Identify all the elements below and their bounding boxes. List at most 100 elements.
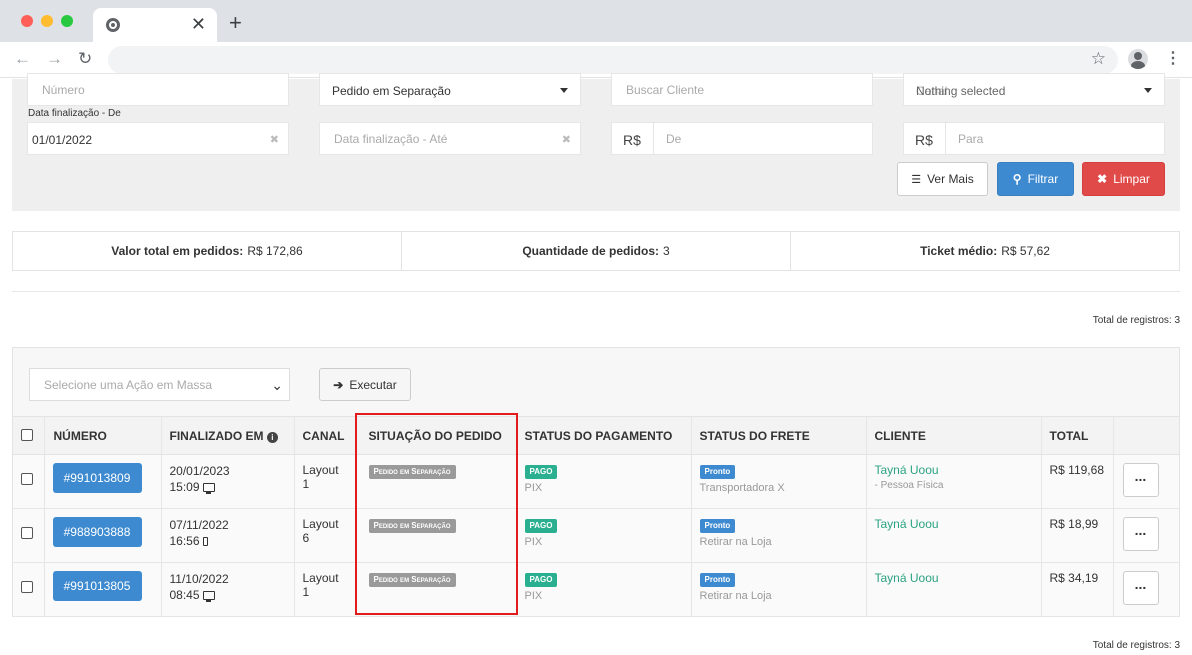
profile-avatar-icon[interactable] <box>1128 49 1148 69</box>
table-row: #991013805 11/10/2022 08:45 Layout 1 Ped… <box>13 562 1179 617</box>
finalizado-cell: 11/10/2022 08:45 <box>161 562 295 617</box>
order-date: 07/11/2022 <box>169 518 229 532</box>
shipping-detail: Retirar na Loja <box>699 590 772 602</box>
status-badge: Pedido em Separação <box>368 573 456 587</box>
executar-button[interactable]: ➔ Executar <box>319 368 411 401</box>
browser-tab[interactable]: ✕ <box>93 8 217 42</box>
total-cell: R$ 34,19 <box>1041 562 1114 617</box>
client-link[interactable]: Tayná Uoou <box>875 463 1033 477</box>
cliente-placeholder: Buscar Cliente <box>626 83 705 97</box>
mass-action-placeholder: Selecione uma Ação em Massa <box>44 378 213 392</box>
back-arrow-icon[interactable]: ← <box>14 50 31 68</box>
minimize-window-button[interactable] <box>41 15 53 27</box>
currency-addon: R$ <box>904 123 946 154</box>
shipping-detail: Retirar na Loja <box>699 536 772 548</box>
reload-icon[interactable]: ↻ <box>78 50 92 68</box>
orders-table: NÚMERO FINALIZADO EM i CANAL SITUAÇÃO DO… <box>13 416 1179 617</box>
client-link[interactable]: Tayná Uoou <box>875 517 1033 531</box>
clear-date-icon[interactable]: ✖ <box>270 133 279 146</box>
numero-placeholder: Número <box>42 83 85 97</box>
numero-input[interactable]: Número <box>27 73 289 106</box>
mobile-icon <box>202 537 208 546</box>
ver-mais-button[interactable]: ☰ Ver Mais <box>897 162 988 196</box>
col-total[interactable]: TOTAL <box>1041 416 1114 455</box>
clear-date-icon[interactable]: ✖ <box>562 133 571 146</box>
canal-cell: Layout 6 <box>294 508 357 563</box>
mass-action-select[interactable]: Selecione uma Ação em Massa ⌄ <box>29 368 290 401</box>
client-link[interactable]: Tayná Uoou <box>875 571 1033 585</box>
payment-method: PIX <box>524 536 543 548</box>
executar-label: Executar <box>349 377 397 392</box>
numero-cell: #991013809 <box>44 454 162 509</box>
select-all-checkbox[interactable] <box>21 429 33 441</box>
more-menu-icon[interactable]: ⋮ <box>1165 50 1181 68</box>
canal-overlay-text: Canal <box>916 84 948 98</box>
shipping-badge: Pronto <box>699 519 736 533</box>
browser-tabbar: ✕ + <box>0 0 1192 42</box>
col-cliente[interactable]: CLIENTE <box>866 416 1042 455</box>
canal-multiselect[interactable]: Nothing selected Canal <box>903 73 1165 106</box>
data-ate-input[interactable]: Data finalização - Até ✖ <box>319 122 581 155</box>
orders-summary: Valor total em pedidos: R$ 172,86 Quanti… <box>12 231 1180 271</box>
row-actions-button[interactable]: ... <box>1122 463 1159 497</box>
row-select-cell <box>13 454 45 509</box>
cliente-cell: Tayná Uoou - Pessoa Física <box>866 454 1042 509</box>
info-icon[interactable]: i <box>266 431 278 443</box>
total-registros-bottom: Total de registros: 3 <box>1092 640 1180 651</box>
order-number-button[interactable]: #991013805 <box>52 571 142 601</box>
close-window-button[interactable] <box>21 15 33 27</box>
maximize-window-button[interactable] <box>61 15 73 27</box>
divider <box>12 291 1180 292</box>
summary-label: Ticket médio: <box>920 244 998 258</box>
row-actions-button[interactable]: ... <box>1122 517 1159 551</box>
summary-value: 3 <box>663 244 670 258</box>
row-actions-button[interactable]: ... <box>1122 571 1159 605</box>
col-canal[interactable]: CANAL <box>294 416 357 455</box>
order-number-button[interactable]: #991013809 <box>52 463 142 493</box>
window-controls <box>21 15 73 27</box>
new-tab-button[interactable]: + <box>229 12 242 34</box>
acoes-cell: ... <box>1113 508 1179 563</box>
col-status-pagamento[interactable]: STATUS DO PAGAMENTO <box>516 416 692 455</box>
col-situacao[interactable]: SITUAÇÃO DO PEDIDO <box>356 416 517 455</box>
order-number-button[interactable]: #988903888 <box>52 517 142 547</box>
situacao-select[interactable]: Pedido em Separação <box>319 73 581 106</box>
cliente-cell: Tayná Uoou <box>866 508 1042 563</box>
row-checkbox[interactable] <box>21 527 33 539</box>
para-placeholder: Para <box>958 132 984 146</box>
frete-cell: Pronto Transportadora X <box>691 454 867 509</box>
data-de-input[interactable]: 01/01/2022 ✖ <box>27 122 289 155</box>
caret-down-icon <box>560 88 568 93</box>
pagamento-cell: PAGO PIX <box>516 562 692 617</box>
col-finalizado-label: FINALIZADO EM <box>169 428 264 443</box>
limpar-button[interactable]: ✖ Limpar <box>1082 162 1165 196</box>
row-checkbox[interactable] <box>21 581 33 593</box>
cliente-cell: Tayná Uoou <box>866 562 1042 617</box>
finalizado-cell: 20/01/2023 15:09 <box>161 454 295 509</box>
table-header-row: NÚMERO FINALIZADO EM i CANAL SITUAÇÃO DO… <box>13 416 1179 455</box>
total-cell: R$ 119,68 <box>1041 454 1114 509</box>
cliente-search-input[interactable]: Buscar Cliente <box>611 73 873 106</box>
payment-method: PIX <box>524 590 543 602</box>
bookmark-star-icon[interactable]: ☆ <box>1091 49 1106 69</box>
col-finalizado-em[interactable]: FINALIZADO EM i <box>161 416 295 455</box>
finalizado-cell: 07/11/2022 16:56 <box>161 508 295 563</box>
status-badge: Pedido em Separação <box>368 519 456 533</box>
valor-de-input[interactable]: R$ De <box>611 122 873 155</box>
col-numero[interactable]: NÚMERO <box>44 416 162 455</box>
acoes-cell: ... <box>1113 454 1179 509</box>
shipping-badge: Pronto <box>699 573 736 587</box>
pagamento-cell: PAGO PIX <box>516 508 692 563</box>
row-checkbox[interactable] <box>21 473 33 485</box>
col-status-frete[interactable]: STATUS DO FRETE <box>691 416 867 455</box>
order-time: 16:56 <box>169 534 200 548</box>
address-bar[interactable]: ☆ <box>108 46 1118 74</box>
sliders-icon: ☰ <box>911 173 922 186</box>
situacao-cell: Pedido em Separação <box>356 508 517 563</box>
filtrar-button[interactable]: ⚲ Filtrar <box>997 162 1074 196</box>
valor-para-input[interactable]: R$ Para <box>903 122 1165 155</box>
total-cell: R$ 18,99 <box>1041 508 1114 563</box>
close-tab-icon[interactable]: ✕ <box>191 15 206 33</box>
payment-badge: PAGO <box>524 519 558 533</box>
forward-arrow-icon[interactable]: → <box>46 50 63 68</box>
